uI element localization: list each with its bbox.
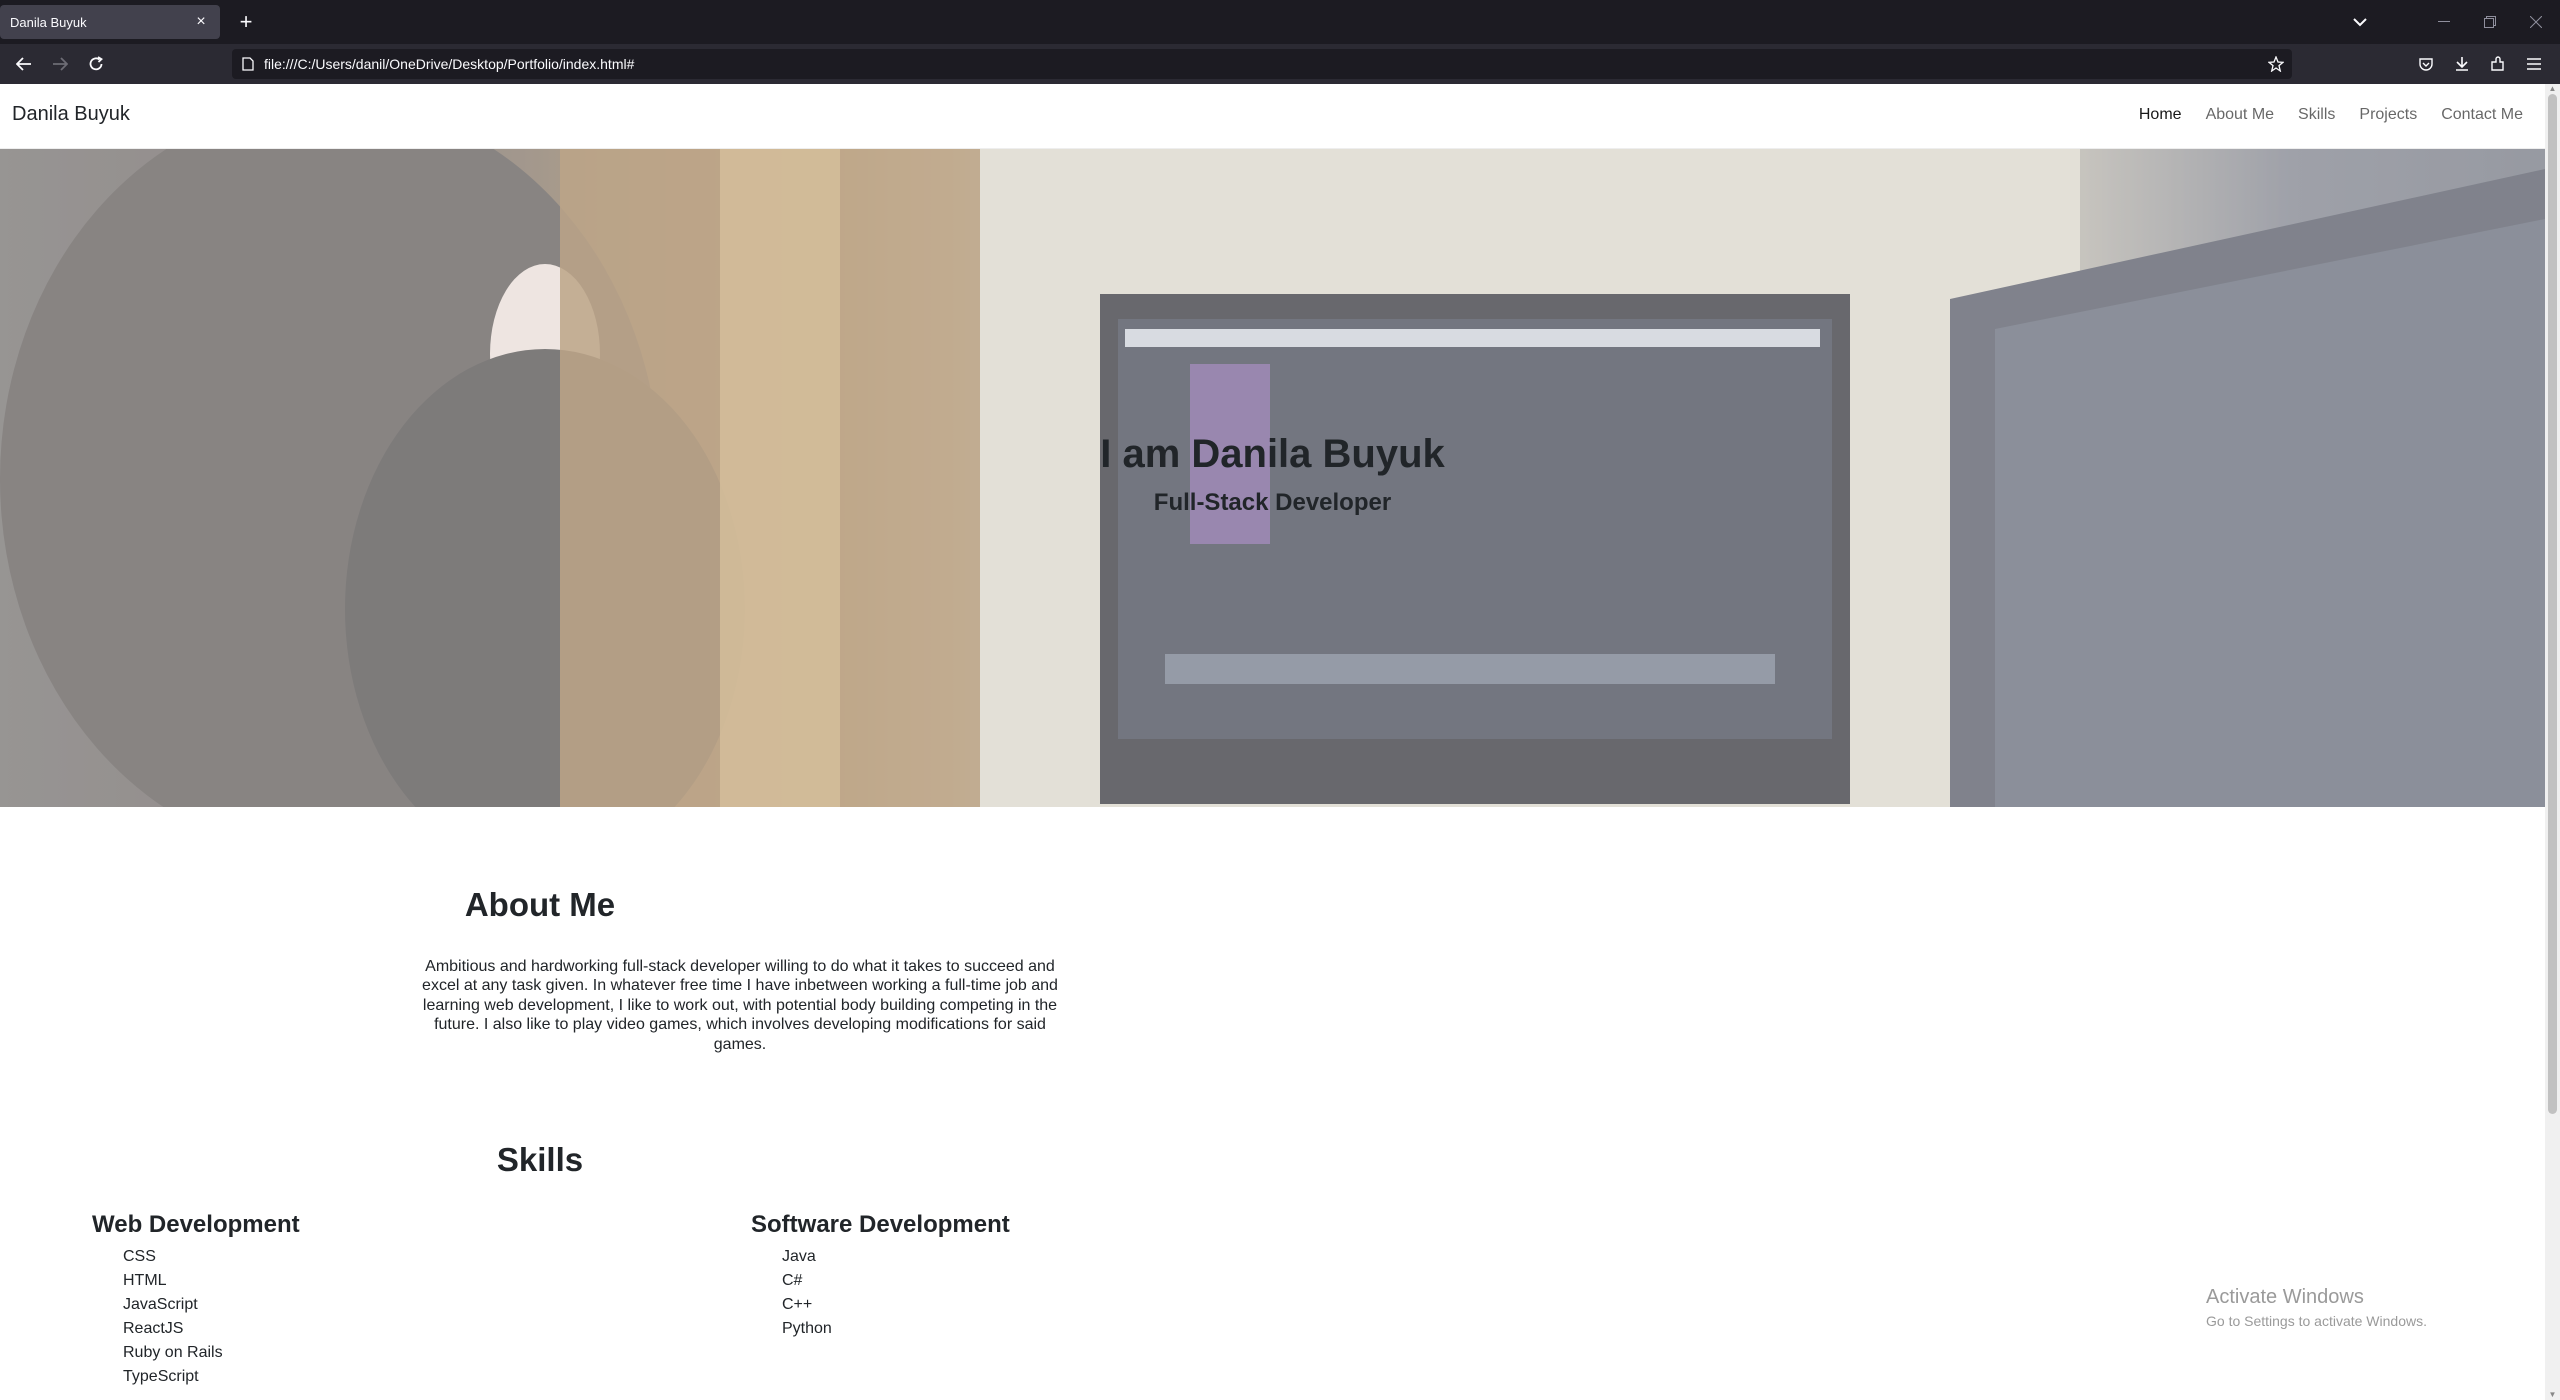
download-icon[interactable] bbox=[2448, 50, 2476, 78]
list-item: JavaScript bbox=[123, 1296, 198, 1313]
hero-section: I am Danila Buyuk Full-Stack Developer bbox=[0, 149, 2545, 807]
list-item: Java bbox=[782, 1248, 816, 1265]
activate-windows-title: Activate Windows bbox=[2206, 1286, 2364, 1308]
activate-windows-watermark: Activate Windows Go to Settings to activ… bbox=[2206, 1286, 2427, 1329]
scroll-up-icon[interactable]: ▲ bbox=[2545, 84, 2560, 94]
nav-skills[interactable]: Skills bbox=[2298, 106, 2335, 124]
nav-home[interactable]: Home bbox=[2139, 106, 2182, 124]
site-navbar: Danila Buyuk Home About Me Skills Projec… bbox=[0, 84, 2545, 149]
web-development-heading: Web Development bbox=[92, 1211, 300, 1238]
forward-arrow-icon[interactable] bbox=[46, 50, 74, 78]
nav-about-me[interactable]: About Me bbox=[2206, 106, 2274, 124]
about-me-text: Ambitious and hardworking full-stack dev… bbox=[422, 958, 1058, 1053]
activate-windows-subtitle: Go to Settings to activate Windows. bbox=[2206, 1313, 2427, 1329]
list-item: ReactJS bbox=[123, 1320, 184, 1337]
browser-tab[interactable]: Danila Buyuk × bbox=[0, 5, 220, 39]
scrollbar-thumb[interactable] bbox=[2548, 94, 2557, 1114]
browser-toolbar: file:///C:/Users/danil/OneDrive/Desktop/… bbox=[0, 44, 2560, 84]
reload-icon[interactable] bbox=[82, 50, 110, 78]
menu-icon[interactable] bbox=[2520, 50, 2548, 78]
close-icon[interactable]: × bbox=[192, 13, 210, 31]
list-item: Python bbox=[782, 1320, 832, 1337]
pocket-icon[interactable] bbox=[2412, 50, 2440, 78]
page-icon bbox=[232, 57, 264, 71]
about-me-heading: About Me bbox=[464, 886, 616, 923]
skills-heading: Skills bbox=[496, 1141, 584, 1178]
hero-subtitle: Full-Stack Developer bbox=[1153, 489, 1392, 516]
hero-overlay bbox=[0, 149, 2545, 807]
list-item: CSS bbox=[123, 1248, 156, 1265]
page-viewport: Danila Buyuk Home About Me Skills Projec… bbox=[0, 84, 2545, 1400]
url-bar[interactable]: file:///C:/Users/danil/OneDrive/Desktop/… bbox=[232, 49, 2292, 79]
close-window-icon[interactable] bbox=[2513, 0, 2559, 44]
minimize-icon[interactable] bbox=[2421, 0, 2467, 44]
software-development-skills: Software Development Java C# C++ Python bbox=[751, 1211, 1010, 1341]
tab-title: Danila Buyuk bbox=[10, 14, 87, 30]
software-development-heading: Software Development bbox=[751, 1211, 1010, 1238]
scroll-down-icon[interactable]: ▼ bbox=[2545, 1390, 2560, 1400]
restore-icon[interactable] bbox=[2467, 0, 2513, 44]
nav-projects[interactable]: Projects bbox=[2359, 106, 2417, 124]
new-tab-button[interactable]: + bbox=[232, 8, 260, 36]
list-item: Ruby on Rails bbox=[123, 1344, 223, 1361]
page-scrollbar[interactable]: ▲ ▼ bbox=[2545, 84, 2560, 1400]
hero-title: I am Danila Buyuk bbox=[1100, 432, 1445, 476]
url-text[interactable]: file:///C:/Users/danil/OneDrive/Desktop/… bbox=[264, 56, 2260, 72]
bookmark-star-icon[interactable] bbox=[2260, 56, 2292, 72]
web-skills-list: CSS HTML JavaScript ReactJS Ruby on Rail… bbox=[92, 1245, 300, 1389]
list-item: C++ bbox=[782, 1296, 813, 1313]
web-development-skills: Web Development CSS HTML JavaScript Reac… bbox=[92, 1211, 300, 1389]
list-item: HTML bbox=[123, 1272, 167, 1289]
extensions-icon[interactable] bbox=[2484, 50, 2512, 78]
chevron-down-icon[interactable] bbox=[2345, 0, 2375, 44]
list-item: TypeScript bbox=[123, 1368, 199, 1385]
browser-tab-strip: Danila Buyuk × + bbox=[0, 0, 2560, 44]
site-brand[interactable]: Danila Buyuk bbox=[12, 103, 130, 126]
nav-links: Home About Me Skills Projects Contact Me bbox=[2139, 106, 2523, 124]
list-item: C# bbox=[782, 1272, 803, 1289]
nav-contact-me[interactable]: Contact Me bbox=[2441, 106, 2523, 124]
back-arrow-icon[interactable] bbox=[10, 50, 38, 78]
software-skills-list: Java C# C++ Python bbox=[751, 1245, 1010, 1341]
